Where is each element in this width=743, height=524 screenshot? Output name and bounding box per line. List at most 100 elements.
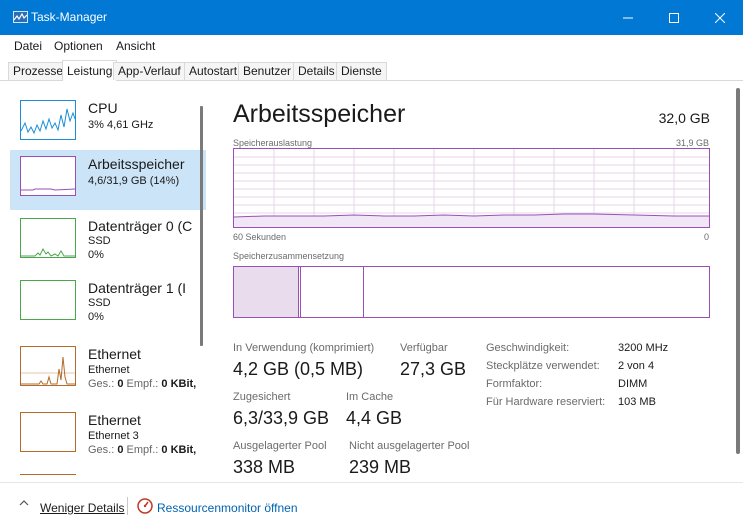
composition-modified xyxy=(300,267,301,317)
memory-usage-graph xyxy=(233,148,710,228)
form-factor-value: DIMM xyxy=(618,378,648,390)
composition-label: Speicherzusammensetzung xyxy=(233,251,345,261)
sidebar-item-title: Arbeitsspeicher xyxy=(88,156,185,172)
receive-label: Empf.: xyxy=(126,444,159,456)
committed-value: 6,3/33,9 GB xyxy=(233,408,330,428)
paged-pool-value: 338 MB xyxy=(233,457,296,477)
sidebar-item-disk-1[interactable]: Datenträger 1 (I SSD 0% xyxy=(10,274,206,334)
sidebar-item-title: Datenträger 0 (C xyxy=(88,218,193,234)
sidebar-item-type: SSD xyxy=(88,297,111,309)
menu-bar: Datei Optionen Ansicht xyxy=(0,35,743,55)
tab-prozesse[interactable]: Prozesse xyxy=(8,62,69,80)
form-factor-label: Formfaktor: xyxy=(486,378,543,390)
maximize-icon xyxy=(669,12,679,23)
open-resource-monitor-link[interactable]: Ressourcenmonitor öffnen xyxy=(157,501,298,515)
disk-0-thumbnail-graph xyxy=(20,218,76,258)
send-value: 0 xyxy=(117,444,124,456)
send-label: Ges.: xyxy=(88,378,115,390)
sidebar-item-partial xyxy=(20,474,76,482)
time-axis-label: 60 Sekunden xyxy=(233,232,287,242)
cpu-thumbnail-graph xyxy=(20,100,76,140)
cached-label: Im Cache xyxy=(346,391,394,403)
receive-value: 0 KBit, xyxy=(161,444,197,456)
sidebar-item-title: Datenträger 1 (I xyxy=(88,280,187,296)
slots-label: Steckplätze verwendet: xyxy=(486,360,600,372)
window-title: Task-Manager xyxy=(31,10,108,24)
minimize-button[interactable] xyxy=(605,0,651,35)
sidebar-item-adapter: Ethernet xyxy=(88,364,130,376)
hardware-reserved-label: Für Hardware reserviert: xyxy=(486,396,606,408)
speed-value: 3200 MHz xyxy=(618,342,669,354)
footer-divider xyxy=(127,497,128,515)
tab-leistung[interactable]: Leistung xyxy=(62,60,118,81)
memory-thumbnail-graph xyxy=(20,156,76,196)
sidebar-item-throughput: Ges.: 0 Empf.: 0 KBit, xyxy=(88,444,196,456)
task-manager-app-icon xyxy=(13,11,28,23)
page-title: Arbeitsspeicher xyxy=(233,100,406,128)
usage-graph-max: 31,9 GB xyxy=(675,138,709,148)
tab-dienste[interactable]: Dienste xyxy=(336,62,387,80)
fewer-details-label: Weniger Details xyxy=(40,501,125,515)
tab-strip: Prozesse Leistung App-Verlauf Autostart … xyxy=(0,60,743,81)
sidebar-scrollbar[interactable] xyxy=(200,106,203,346)
available-label: Verfügbar xyxy=(400,342,448,354)
disk-1-thumbnail-graph xyxy=(20,280,76,320)
fewer-details-button[interactable]: Weniger Details xyxy=(40,501,124,515)
sidebar-item-ethernet-1[interactable]: Ethernet Ethernet Ges.: 0 Empf.: 0 KBit, xyxy=(10,340,206,400)
composition-standby xyxy=(363,267,364,317)
ethernet-1-thumbnail-graph xyxy=(20,346,76,386)
nonpaged-pool-label: Nicht ausgelagerter Pool xyxy=(349,440,470,452)
in-use-value: 4,2 GB (0,5 MB) xyxy=(233,359,364,379)
send-value: 0 xyxy=(117,378,124,390)
slots-value: 2 von 4 xyxy=(618,360,655,372)
sidebar-item-subtitle: 4,6/31,9 GB (14%) xyxy=(88,175,180,187)
sidebar-item-memory[interactable]: Arbeitsspeicher 4,6/31,9 GB (14%) xyxy=(10,150,206,210)
tab-autostart[interactable]: Autostart xyxy=(184,62,243,80)
sidebar-item-title: Ethernet xyxy=(88,346,141,362)
resource-monitor-icon[interactable] xyxy=(137,498,153,514)
menu-ansicht[interactable]: Ansicht xyxy=(116,39,155,53)
footer: Weniger Details Ressourcenmonitor öffnen xyxy=(0,482,743,524)
sidebar-item-adapter: Ethernet 3 xyxy=(88,430,139,442)
menu-datei[interactable]: Datei xyxy=(14,39,42,53)
sidebar-item-throughput: Ges.: 0 Empf.: 0 KBit, xyxy=(88,378,196,390)
speed-label: Geschwindigkeit: xyxy=(486,342,570,354)
close-button[interactable] xyxy=(697,0,743,35)
sidebar-item-title: CPU xyxy=(88,100,118,116)
tab-app-verlauf[interactable]: App-Verlauf xyxy=(113,62,186,80)
minimize-icon xyxy=(623,17,633,18)
close-icon xyxy=(715,12,725,23)
tab-benutzer[interactable]: Benutzer xyxy=(238,62,297,80)
memory-composition-bar xyxy=(233,266,710,318)
maximize-button[interactable] xyxy=(651,0,697,35)
hardware-reserved-value: 103 MB xyxy=(618,396,656,408)
paged-pool-label: Ausgelagerter Pool xyxy=(233,440,327,452)
chevron-up-icon[interactable] xyxy=(19,499,29,507)
sidebar-item-title: Ethernet xyxy=(88,412,141,428)
memory-total: 32,0 GB xyxy=(658,110,710,126)
sidebar-item-disk-0[interactable]: Datenträger 0 (C SSD 0% xyxy=(10,212,206,272)
main-scrollbar[interactable] xyxy=(736,88,740,454)
receive-value: 0 KBit, xyxy=(161,378,197,390)
in-use-label: In Verwendung (komprimiert) xyxy=(233,342,375,354)
cached-value: 4,4 GB xyxy=(346,408,403,428)
composition-in-use xyxy=(234,267,299,317)
tab-details[interactable]: Details xyxy=(293,62,340,80)
time-axis-zero: 0 xyxy=(703,232,709,242)
usage-graph-label: Speicherauslastung xyxy=(233,138,313,148)
sidebar-item-cpu[interactable]: CPU 3% 4,61 GHz xyxy=(10,94,206,154)
sidebar-item-ethernet-3[interactable]: Ethernet Ethernet 3 Ges.: 0 Empf.: 0 KBi… xyxy=(10,406,206,466)
committed-label: Zugesichert xyxy=(233,391,291,403)
receive-label: Empf.: xyxy=(126,378,159,390)
send-label: Ges.: xyxy=(88,444,115,456)
available-value: 27,3 GB xyxy=(400,359,467,379)
nonpaged-pool-value: 239 MB xyxy=(349,457,412,477)
menu-optionen[interactable]: Optionen xyxy=(54,39,103,53)
sidebar-item-usage: 0% xyxy=(88,249,104,261)
sidebar-item-usage: 0% xyxy=(88,311,104,323)
ethernet-3-thumbnail-graph xyxy=(20,412,76,452)
sidebar-item-type: SSD xyxy=(88,235,111,247)
performance-sidebar: CPU 3% 4,61 GHz Arbeitsspeicher 4,6/31,9… xyxy=(0,88,206,482)
sidebar-item-subtitle: 3% 4,61 GHz xyxy=(88,119,154,131)
title-bar: Task-Manager xyxy=(0,0,743,35)
